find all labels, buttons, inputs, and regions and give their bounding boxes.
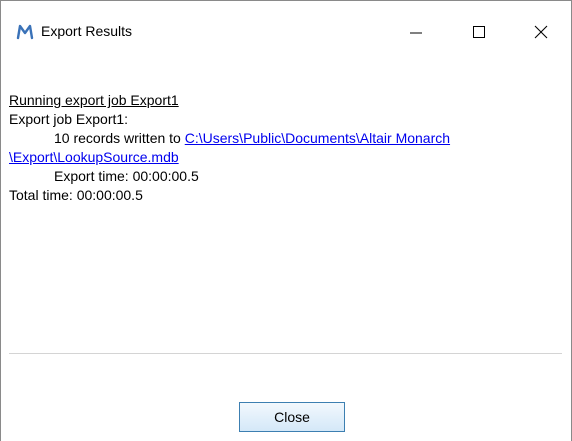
minimize-icon [410, 32, 422, 34]
log-path-continuation: \Export\LookupSource.mdb [9, 148, 179, 167]
close-button[interactable]: Close [239, 402, 345, 432]
export-results-dialog: Export Results Running export job Export… [0, 0, 572, 441]
log-heading: Running export job Export1 [9, 92, 179, 108]
maximize-icon [473, 26, 485, 38]
minimize-button[interactable] [393, 1, 439, 63]
close-icon [534, 25, 548, 39]
export-path-link-continued[interactable]: \Export\LookupSource.mdb [9, 149, 179, 165]
log-job-line: Export job Export1: [9, 111, 129, 127]
export-path-link[interactable]: C:\Users\Public\Documents\Altair Monarch [185, 130, 450, 146]
results-log: Running export job Export1 Export job Ex… [9, 63, 562, 354]
log-records-line: 10 records written to C:\Users\Public\Do… [9, 129, 450, 148]
title-bar[interactable]: Export Results [1, 1, 571, 63]
maximize-button[interactable] [456, 1, 502, 63]
log-export-time: Export time: 00:00:00.5 [54, 168, 199, 184]
window-title: Export Results [41, 23, 133, 39]
monarch-m-icon [15, 22, 35, 42]
close-window-button[interactable] [518, 1, 564, 63]
records-text: 10 records written to [54, 130, 185, 146]
log-total-time: Total time: 00:00:00.5 [9, 187, 143, 203]
